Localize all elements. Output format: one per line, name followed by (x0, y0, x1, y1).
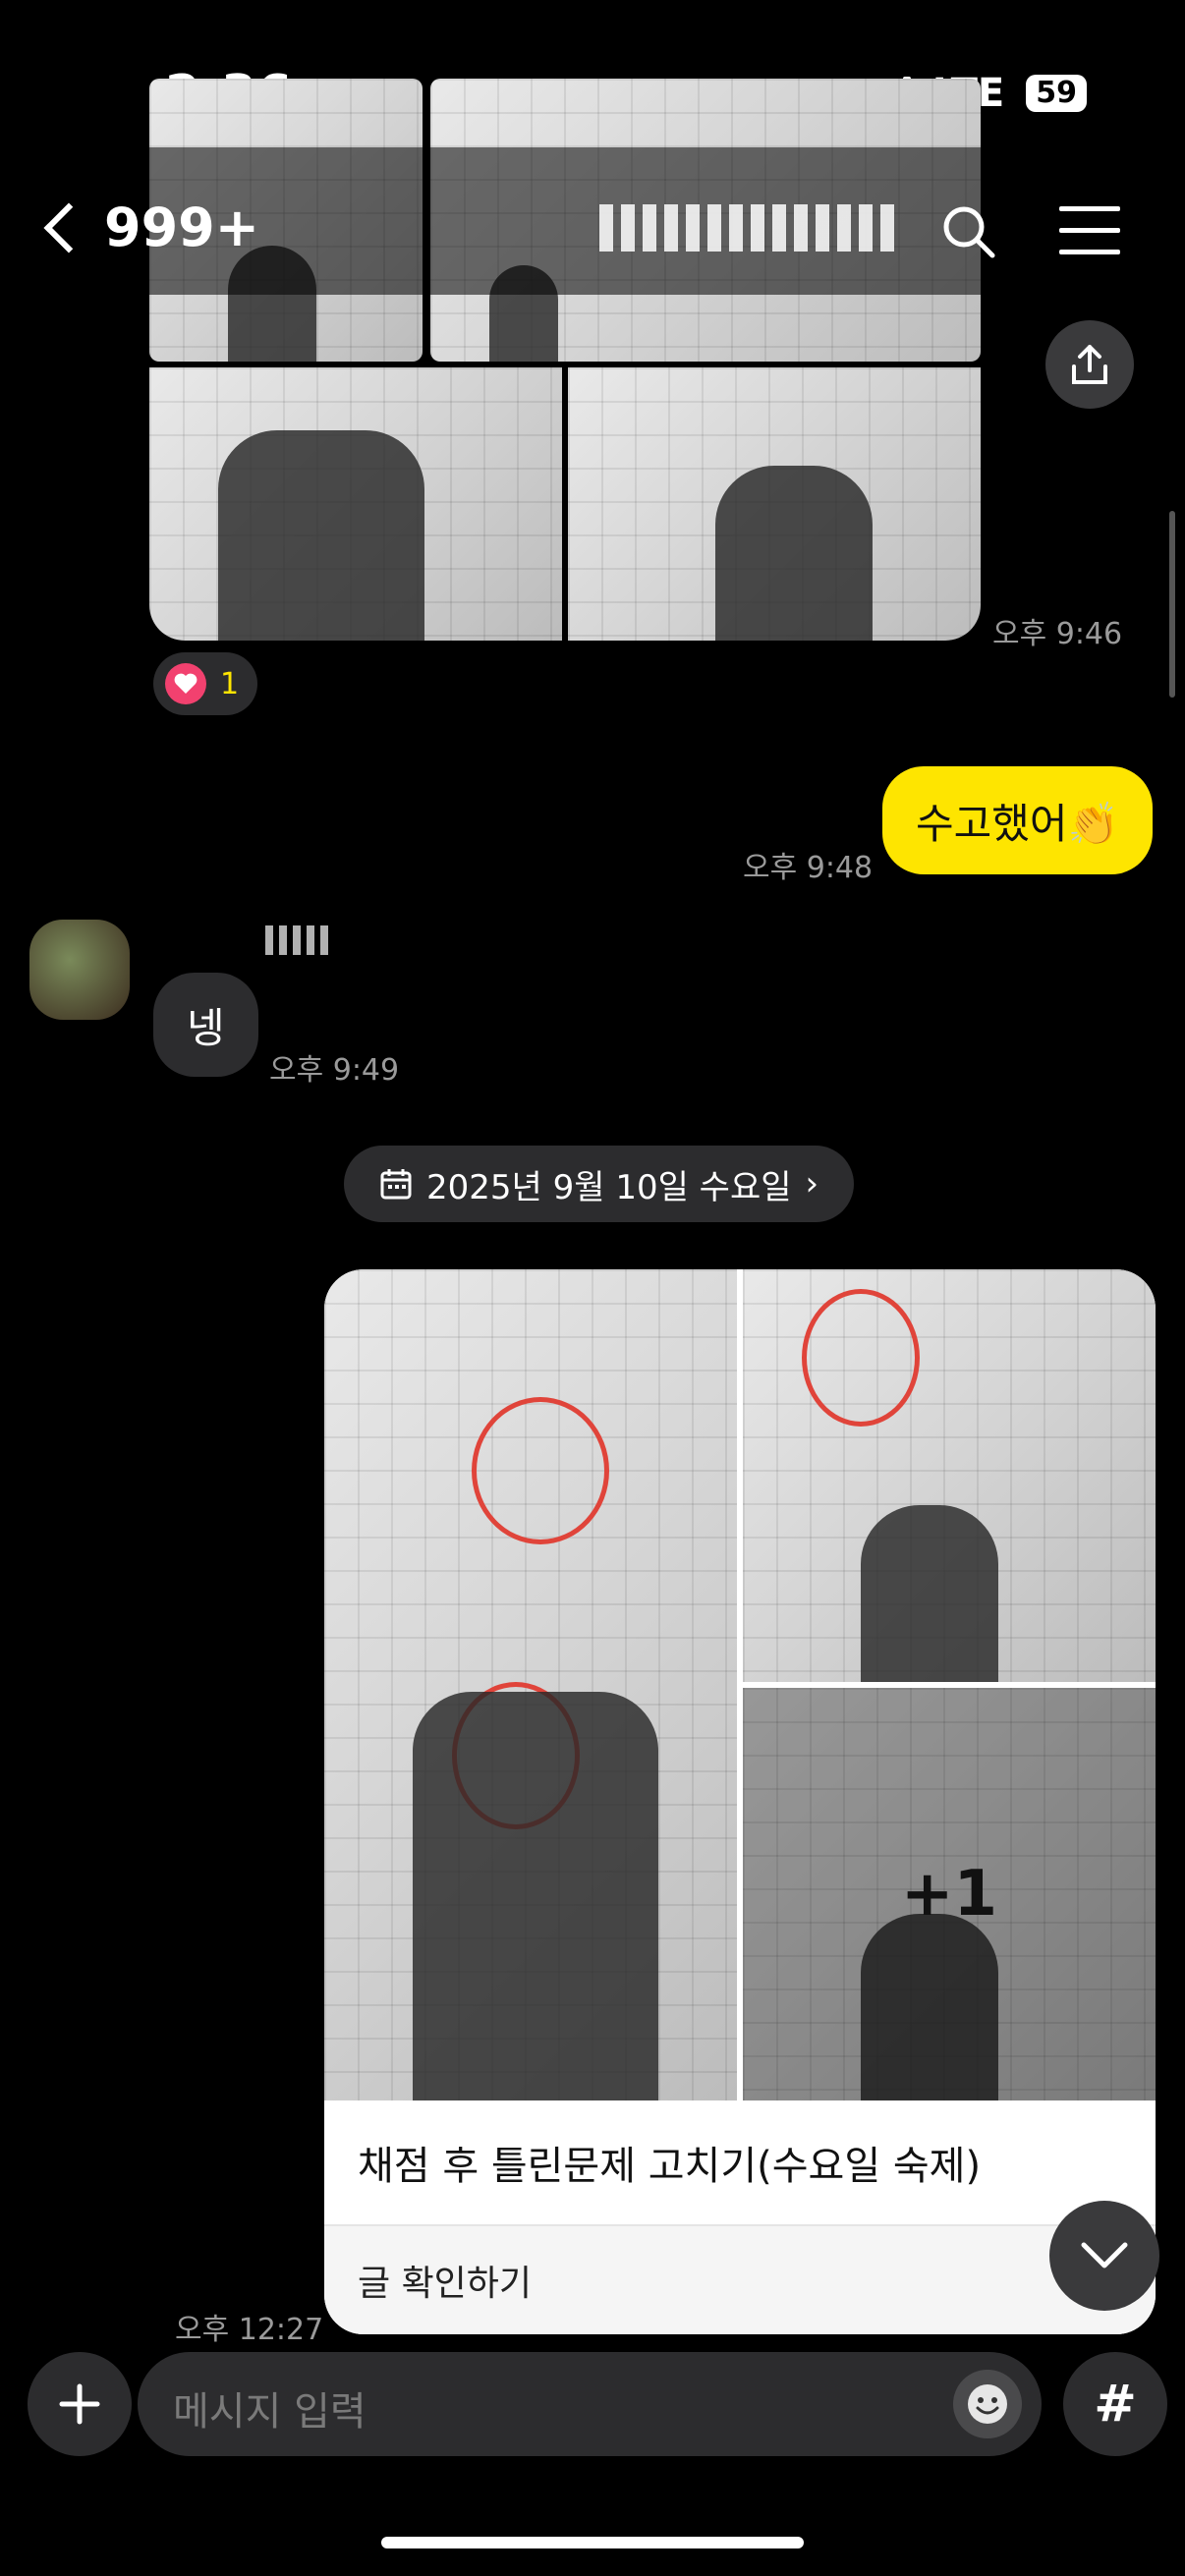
more-photos-count: +1 (900, 1858, 998, 1931)
redacted-chat-title (599, 204, 894, 252)
message-time: 오후 9:46 (992, 617, 1123, 651)
post-photo[interactable]: +1 (743, 1688, 1156, 2100)
emoji-icon (968, 2384, 1007, 2424)
board-post-card[interactable]: +1 채점 후 틀린문제 고치기(수요일 숙제) 글 확인하기 (324, 1269, 1156, 2334)
message-time: 오후 12:27 (175, 2313, 324, 2347)
received-message-bubble[interactable]: 넹 (153, 973, 258, 1077)
battery-level: 59 (1026, 75, 1087, 112)
menu-icon[interactable] (1059, 206, 1120, 259)
post-photo[interactable] (743, 1269, 1156, 1682)
message-time: 오후 9:49 (269, 1053, 400, 1088)
input-placeholder: 메시지 입력 (173, 2389, 367, 2435)
reaction-chip[interactable]: 1 (153, 652, 257, 715)
share-icon (1072, 345, 1107, 384)
avatar[interactable] (29, 920, 130, 1020)
scroll-down-button[interactable] (1049, 2201, 1159, 2311)
emoji-button[interactable] (953, 2370, 1022, 2438)
share-button[interactable] (1045, 320, 1134, 409)
post-photo[interactable] (324, 1269, 737, 2100)
reaction-count: 1 (220, 666, 240, 701)
message-text: 수고했어👏 (916, 799, 1119, 848)
hashtag-search-button[interactable]: # (1063, 2352, 1167, 2456)
date-label: 2025년 9월 10일 수요일 (426, 1167, 792, 1207)
home-indicator[interactable] (381, 2537, 804, 2548)
date-divider[interactable]: 2025년 9월 10일 수요일 › (344, 1146, 855, 1222)
message-time: 오후 9:48 (743, 851, 874, 885)
search-icon[interactable] (939, 202, 998, 265)
heart-icon (165, 663, 206, 704)
chevron-down-icon (1081, 2242, 1128, 2268)
chat-photo[interactable] (149, 367, 562, 641)
unread-count: 999+ (104, 196, 259, 258)
post-title: 채점 후 틀린문제 고치기(수요일 숙제) (324, 2100, 1156, 2224)
message-input[interactable]: 메시지 입력 (138, 2352, 1042, 2456)
back-button[interactable]: 999+ (43, 196, 259, 258)
redacted-sender-name (265, 925, 334, 955)
chevron-left-icon (43, 202, 94, 252)
attach-button[interactable] (28, 2352, 132, 2456)
scrollbar[interactable] (1169, 511, 1175, 698)
plus-icon (59, 2383, 100, 2425)
hashtag-icon: # (1094, 2375, 1137, 2434)
chat-photo[interactable] (568, 367, 981, 641)
message-text: 넹 (187, 1003, 225, 1052)
chevron-right-icon: › (805, 1164, 819, 1204)
calendar-icon (380, 1169, 412, 1200)
view-post-button[interactable]: 글 확인하기 (324, 2224, 1156, 2334)
sent-message-bubble[interactable]: 수고했어👏 (882, 766, 1153, 874)
